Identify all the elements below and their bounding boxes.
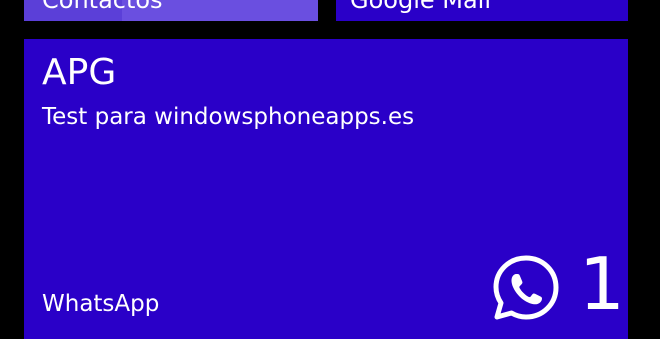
google-mail-tile[interactable]: Google Mail	[336, 0, 628, 21]
contactos-tile-label: Contactos	[42, 0, 163, 14]
notification-message: Test para windowsphoneapps.es	[42, 104, 415, 130]
notification-count: 1	[579, 242, 625, 326]
notification-sender: APG	[42, 52, 117, 93]
contactos-tile[interactable]: Contactos	[24, 0, 318, 21]
whatsapp-icon	[493, 255, 559, 320]
whatsapp-tile-label: WhatsApp	[42, 291, 160, 317]
whatsapp-tile[interactable]: APG Test para windowsphoneapps.es WhatsA…	[24, 39, 628, 339]
google-mail-tile-label: Google Mail	[350, 0, 492, 14]
